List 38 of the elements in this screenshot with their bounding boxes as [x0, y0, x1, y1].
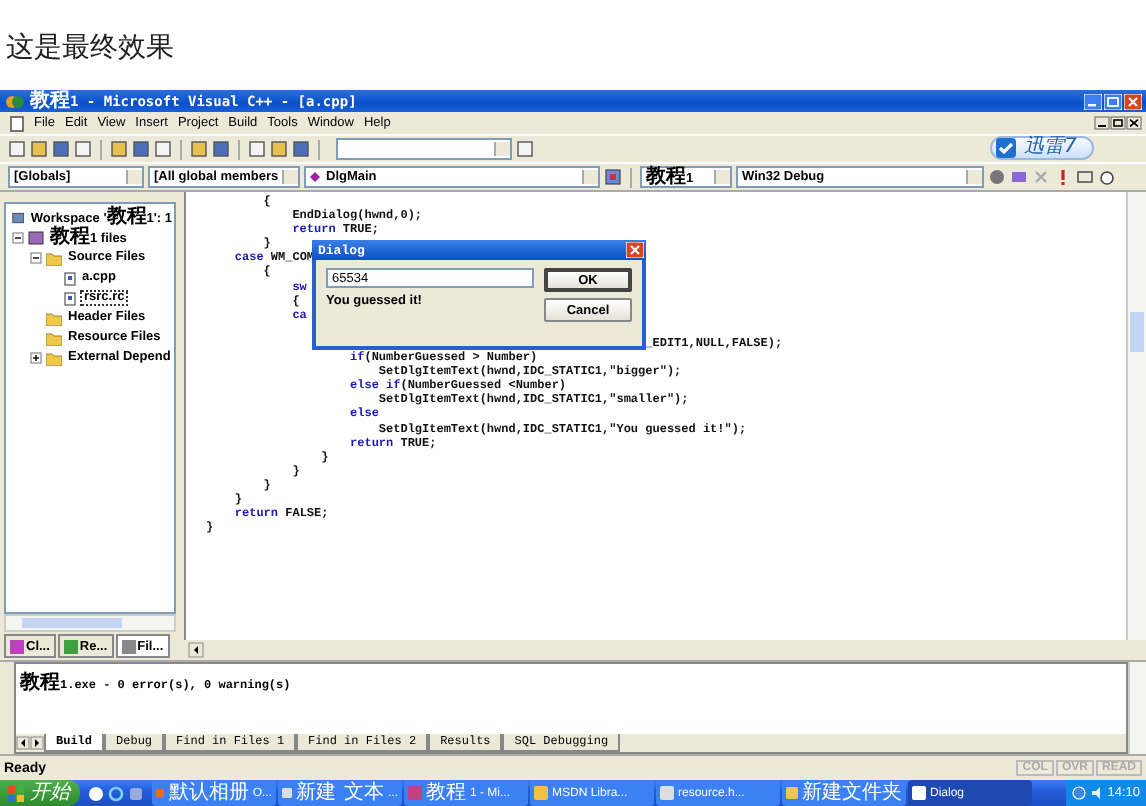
tab-icon [10, 639, 24, 653]
app-icon [6, 93, 24, 109]
scroll-left-icon[interactable] [188, 642, 204, 658]
app-icon [282, 786, 292, 800]
page-caption: 这是最终效果 [4, 30, 176, 68]
minimize-icon[interactable] [1094, 116, 1110, 130]
folder-icon [46, 251, 62, 265]
vertical-scrollbar[interactable] [1126, 192, 1146, 640]
windows-logo-icon [8, 785, 24, 801]
find-combo[interactable] [336, 138, 512, 160]
app-icon [534, 786, 548, 800]
maximize-icon[interactable] [1104, 93, 1122, 109]
expander-icon[interactable] [30, 252, 42, 264]
speaker-icon[interactable] [1089, 786, 1104, 800]
tray-icon[interactable] [1071, 786, 1086, 800]
file-icon [64, 271, 76, 285]
app-icon [660, 786, 674, 800]
file-icon [64, 291, 76, 305]
restore-icon[interactable] [1110, 116, 1126, 130]
browser-icon[interactable] [108, 785, 124, 801]
app-icon [156, 786, 165, 800]
floating-badge[interactable]: 迅雷7 [990, 136, 1094, 160]
tab-icon [63, 639, 78, 653]
close-icon[interactable] [1126, 116, 1142, 130]
horizontal-scrollbar[interactable] [4, 614, 176, 632]
expander-icon[interactable] [12, 232, 24, 244]
tab-icon [121, 639, 136, 653]
vertical-scrollbar[interactable] [1128, 662, 1146, 754]
app-icon [912, 786, 926, 800]
project-icon [28, 230, 44, 246]
tab-scroll-icon[interactable] [16, 736, 44, 750]
code-editor[interactable] [184, 192, 1126, 640]
taskbar-button[interactable]: 新建文件夹 [782, 780, 906, 806]
app-icon [786, 786, 798, 800]
expander-icon[interactable] [30, 352, 42, 364]
workspace-icon [12, 210, 25, 226]
function-icon [310, 172, 320, 182]
app-icon [408, 786, 422, 800]
